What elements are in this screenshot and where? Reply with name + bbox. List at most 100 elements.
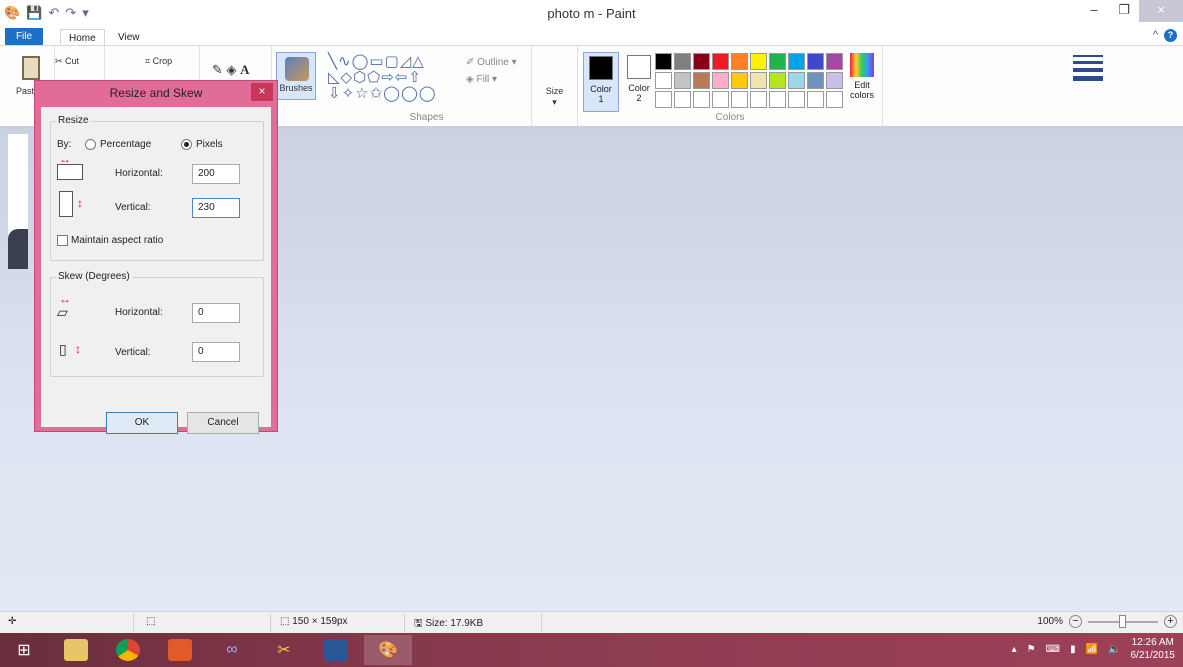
maintain-aspect-label[interactable]: Maintain aspect ratio	[71, 235, 163, 246]
minimize-ribbon-icon[interactable]: ^	[1153, 29, 1158, 42]
resize-horizontal-input[interactable]: 200	[192, 164, 240, 184]
window-title: photo m - Paint	[547, 6, 636, 21]
palette-swatch[interactable]	[807, 53, 824, 70]
palette-swatch[interactable]	[712, 72, 729, 89]
palette-swatch[interactable]	[826, 72, 843, 89]
action-center-icon[interactable]: ⚑	[1027, 644, 1036, 655]
pixels-radio[interactable]	[181, 139, 192, 150]
palette-swatch[interactable]	[674, 91, 691, 108]
edit-colors-button[interactable]: Edit colors	[845, 53, 879, 100]
taskbar-file-explorer[interactable]	[52, 635, 100, 665]
close-button[interactable]: ×	[1139, 0, 1183, 22]
palette-swatch[interactable]	[674, 72, 691, 89]
shapes-gallery[interactable]: ╲∿◯▭▢◿△ ◺◇⬡⬠⇨⇦⇧ ⇩✧☆✩◯◯◯	[328, 54, 458, 102]
palette-swatch[interactable]	[731, 53, 748, 70]
skew-vertical-input[interactable]: 0	[192, 342, 240, 362]
color1-button[interactable]: Color 1	[583, 52, 619, 112]
crop-icon: ⌗	[145, 56, 153, 66]
cut-button[interactable]: ✂ Cut	[55, 56, 79, 67]
minimize-button[interactable]: –	[1079, 0, 1109, 22]
zoom-out-button[interactable]: −	[1069, 615, 1082, 628]
network-icon[interactable]: 📶	[1086, 644, 1098, 655]
palette-swatch[interactable]	[750, 91, 767, 108]
palette-swatch[interactable]	[788, 91, 805, 108]
help-icon[interactable]: ?	[1164, 29, 1177, 42]
color2-button[interactable]: Color 2	[621, 52, 657, 112]
dialog-close-button[interactable]: ×	[251, 83, 273, 101]
restore-button[interactable]: ❐	[1109, 0, 1139, 22]
image-canvas[interactable]	[8, 134, 28, 269]
palette-swatch[interactable]	[826, 53, 843, 70]
fill-icon[interactable]: ◈	[227, 62, 237, 77]
palette-swatch[interactable]	[731, 91, 748, 108]
palette-swatch[interactable]	[769, 72, 786, 89]
resize-horizontal-label: Horizontal:	[115, 168, 163, 179]
taskbar-tools[interactable]: ✂	[260, 635, 308, 665]
keyboard-icon[interactable]: ⌨	[1046, 644, 1060, 655]
zoom-control: 100% − +	[1037, 614, 1177, 628]
taskbar-app[interactable]: ∞	[208, 635, 256, 665]
text-icon[interactable]: A	[240, 62, 249, 77]
tab-view[interactable]: View	[110, 29, 148, 46]
cursor-position-icon: ✛	[8, 616, 17, 627]
skew-legend: Skew (Degrees)	[56, 271, 132, 282]
tab-file[interactable]: File	[5, 28, 43, 45]
taskbar-media[interactable]	[156, 635, 204, 665]
size-label: Size	[545, 86, 564, 96]
size-group[interactable]: Size ▾	[532, 46, 1103, 126]
palette-swatch[interactable]	[807, 72, 824, 89]
palette-swatch[interactable]	[788, 53, 805, 70]
start-button[interactable]: ⊞	[0, 635, 48, 665]
taskbar-chrome[interactable]	[104, 635, 152, 665]
taskbar-word[interactable]	[312, 635, 360, 665]
palette-swatch[interactable]	[769, 53, 786, 70]
palette-swatch[interactable]	[655, 72, 672, 89]
palette-swatch[interactable]	[693, 53, 710, 70]
paste-icon[interactable]	[22, 56, 40, 80]
palette-swatch[interactable]	[750, 53, 767, 70]
palette-swatch[interactable]	[788, 72, 805, 89]
battery-icon[interactable]: ▮	[1070, 644, 1076, 655]
percentage-radio[interactable]	[85, 139, 96, 150]
palette-swatch[interactable]	[693, 91, 710, 108]
photo-content	[8, 229, 28, 269]
palette-swatch[interactable]	[712, 53, 729, 70]
palette-swatch[interactable]	[712, 91, 729, 108]
pencil-icon[interactable]: ✎	[212, 62, 223, 77]
palette-swatch[interactable]	[750, 72, 767, 89]
pixels-label[interactable]: Pixels	[196, 139, 223, 150]
word-icon	[324, 639, 348, 661]
palette-swatch[interactable]	[826, 91, 843, 108]
fill-button[interactable]: ◈ Fill ▾	[466, 71, 517, 88]
skew-horizontal-input[interactable]: 0	[192, 303, 240, 323]
zoom-slider[interactable]	[1088, 614, 1158, 628]
crop-button[interactable]: ⌗ Crop	[145, 56, 172, 67]
brush-icon	[285, 57, 309, 81]
clock[interactable]: 12:26 AM 6/21/2015	[1131, 636, 1176, 662]
ok-button[interactable]: OK	[106, 412, 178, 434]
palette-swatch[interactable]	[674, 53, 691, 70]
palette-swatch[interactable]	[693, 72, 710, 89]
percentage-label[interactable]: Percentage	[100, 139, 151, 150]
palette-swatch[interactable]	[731, 72, 748, 89]
horizontal-arrow-icon: ↔	[59, 152, 71, 166]
palette-swatch[interactable]	[807, 91, 824, 108]
color-palette	[655, 53, 843, 108]
palette-swatch[interactable]	[655, 91, 672, 108]
dialog-title: Resize and Skew	[109, 86, 203, 100]
size-icon	[1073, 55, 1103, 85]
volume-icon[interactable]: 🔈	[1108, 644, 1120, 655]
brushes-button[interactable]: Brushes	[276, 52, 316, 100]
cancel-button[interactable]: Cancel	[187, 412, 259, 434]
zoom-in-button[interactable]: +	[1164, 615, 1177, 628]
resize-skew-dialog: Resize and Skew × Resize By: Percentage …	[34, 80, 278, 434]
palette-swatch[interactable]	[769, 91, 786, 108]
palette-swatch[interactable]	[655, 53, 672, 70]
maintain-aspect-checkbox[interactable]	[57, 235, 68, 246]
tray-expand-icon[interactable]: ▴	[1012, 644, 1017, 655]
outline-icon: ✐	[466, 57, 478, 68]
zoom-slider-thumb[interactable]	[1119, 614, 1126, 628]
resize-vertical-input[interactable]: 230	[192, 198, 240, 218]
outline-button[interactable]: ✐ Outline ▾	[466, 54, 517, 71]
taskbar-paint[interactable]: 🎨	[364, 635, 412, 665]
